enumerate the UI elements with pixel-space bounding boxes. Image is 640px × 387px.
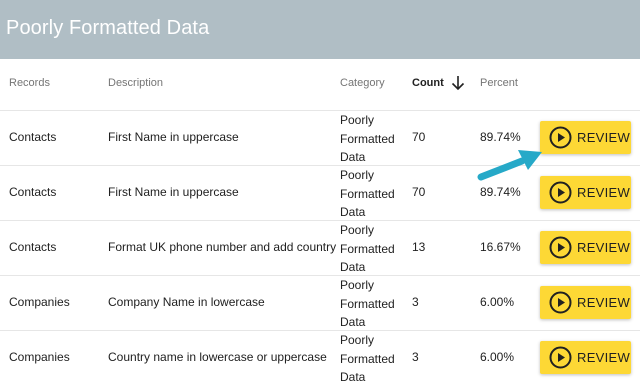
column-header-percent[interactable]: Percent [480, 77, 518, 89]
category-line: Formatted [340, 241, 395, 256]
percent-cell: 89.74% [480, 130, 521, 144]
review-button-label: REVIEW [577, 295, 631, 310]
count-cell: 3 [412, 295, 419, 309]
column-header-category[interactable]: Category [340, 77, 385, 89]
play-circle-icon [549, 346, 572, 369]
percent-cell: 89.74% [480, 185, 521, 199]
category-line: Data [340, 315, 366, 329]
review-button-label: REVIEW [577, 240, 631, 255]
category-line: Data [340, 150, 366, 164]
category-cell: Poorly Formatted Data [340, 166, 395, 222]
play-circle-icon [549, 291, 572, 314]
description-cell: Format UK phone number and add country [108, 240, 337, 254]
record-cell: Contacts [9, 185, 57, 199]
table-row: Companies Country name in lowercase or up… [0, 330, 640, 386]
play-circle-icon [549, 181, 572, 204]
review-button[interactable]: REVIEW [540, 341, 631, 374]
column-header-description[interactable]: Description [108, 77, 163, 89]
category-line: Formatted [340, 131, 395, 146]
table-row: Companies Company Name in lowercase Poorly… [0, 275, 640, 331]
category-cell: Poorly Formatted Data [340, 221, 395, 277]
percent-cell: 16.67% [480, 240, 521, 254]
review-button-label: REVIEW [577, 130, 631, 145]
review-button[interactable]: REVIEW [540, 121, 631, 154]
review-button[interactable]: REVIEW [540, 176, 631, 209]
count-cell: 70 [412, 185, 426, 199]
category-line: Poorly [340, 223, 375, 237]
column-header-records[interactable]: Records [9, 77, 50, 89]
description-cell: Country name in lowercase or uppercase [108, 350, 327, 364]
column-header-count[interactable]: Count [412, 77, 444, 89]
category-line: Data [340, 260, 366, 274]
description-cell: First Name in uppercase [108, 130, 239, 144]
count-cell: 3 [412, 350, 419, 364]
category-line: Formatted [340, 186, 395, 201]
category-line: Poorly [340, 278, 375, 292]
category-line: Data [340, 370, 366, 384]
category-cell: Poorly Formatted Data [340, 111, 395, 167]
pointer-arrow-icon [477, 150, 542, 181]
record-cell: Companies [9, 295, 70, 309]
play-circle-icon [549, 126, 572, 149]
count-cell: 13 [412, 240, 426, 254]
title-bar: Poorly Formatted Data [0, 0, 640, 59]
count-cell: 70 [412, 130, 426, 144]
percent-cell: 6.00% [480, 350, 515, 364]
arrow-down-icon[interactable] [449, 74, 467, 92]
category-line: Data [340, 205, 366, 219]
category-cell: Poorly Formatted Data [340, 331, 395, 387]
record-cell: Companies [9, 350, 70, 364]
table-row: Contacts Format UK phone number and add c… [0, 220, 640, 276]
category-line: Poorly [340, 333, 375, 347]
review-button-label: REVIEW [577, 350, 631, 365]
category-cell: Poorly Formatted Data [340, 276, 395, 332]
review-button[interactable]: REVIEW [540, 286, 631, 319]
category-line: Poorly [340, 168, 375, 182]
page-title: Poorly Formatted Data [6, 17, 210, 39]
record-cell: Contacts [9, 240, 57, 254]
description-cell: First Name in uppercase [108, 185, 239, 199]
review-button-label: REVIEW [577, 185, 631, 200]
category-line: Poorly [340, 113, 375, 127]
percent-cell: 6.00% [480, 295, 515, 309]
play-circle-icon [549, 236, 572, 259]
record-cell: Contacts [9, 130, 57, 144]
category-line: Formatted [340, 351, 395, 366]
category-line: Formatted [340, 296, 395, 311]
review-button[interactable]: REVIEW [540, 231, 631, 264]
description-cell: Company Name in lowercase [108, 295, 265, 309]
